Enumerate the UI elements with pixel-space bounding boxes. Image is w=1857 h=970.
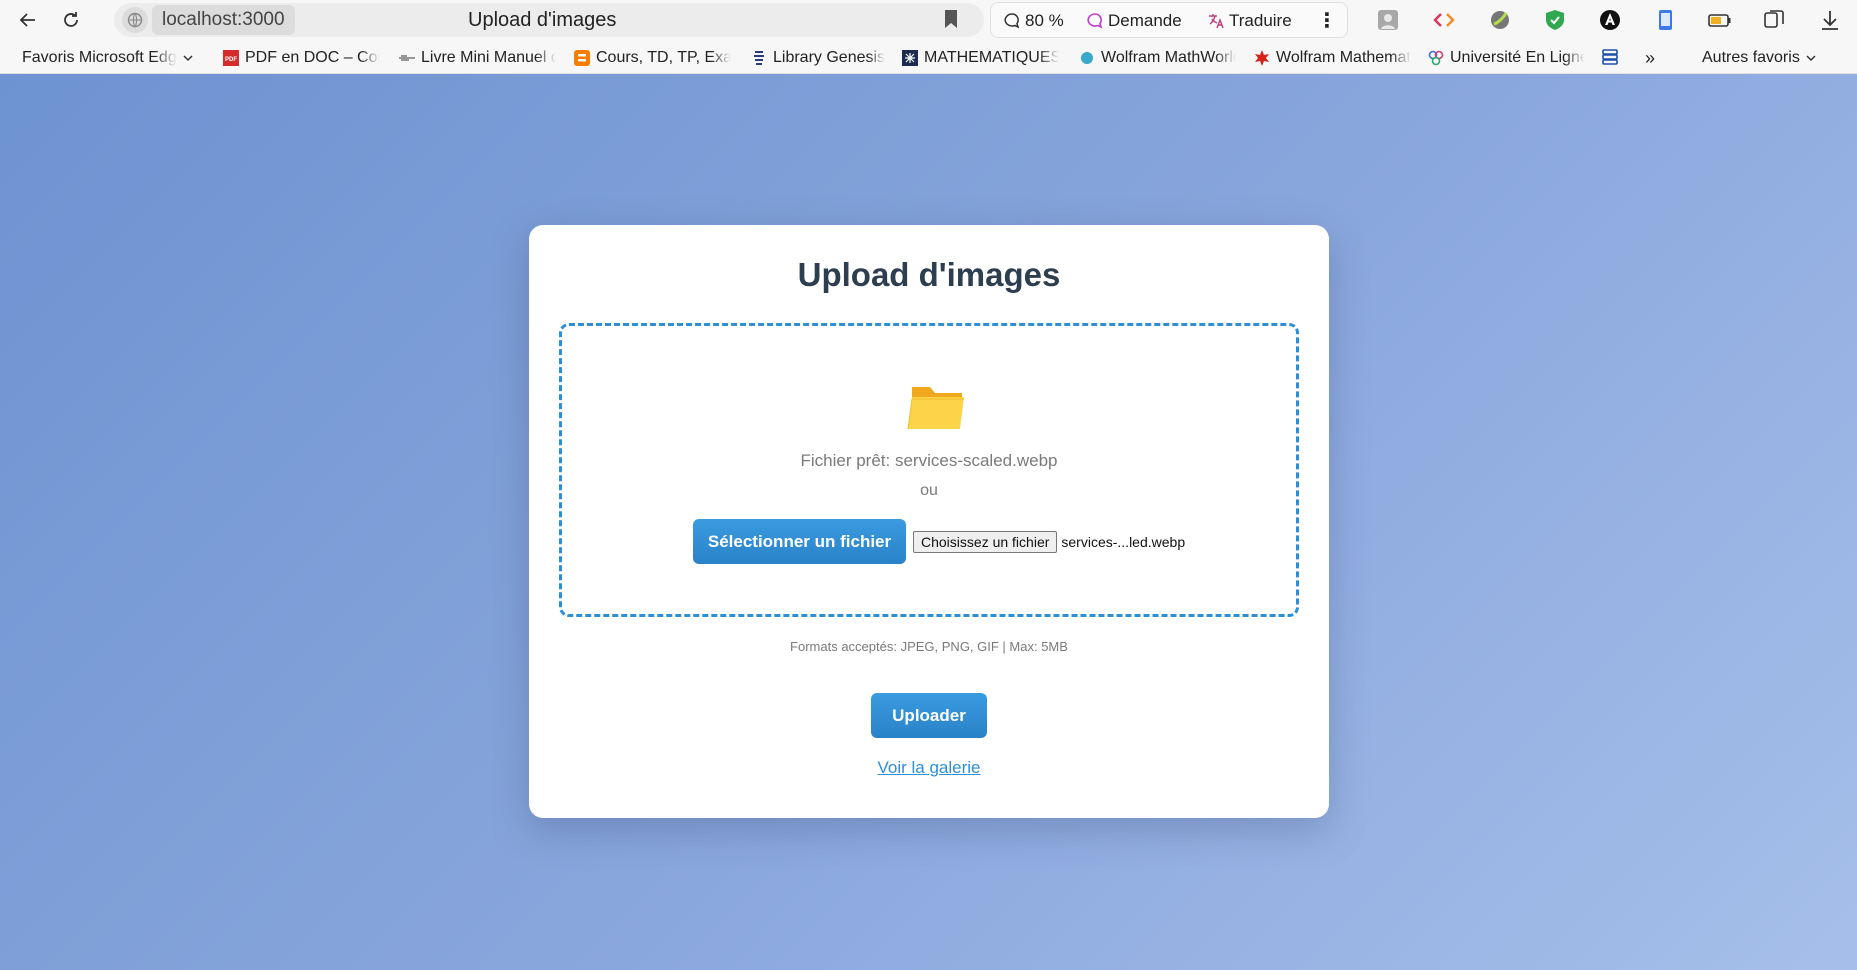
bookmarks-bar: Favoris Microsoft Edge PDF PDF en DOC – … (0, 40, 1857, 74)
libgen-favicon-icon (750, 49, 768, 67)
upload-button[interactable]: Uploader (871, 693, 987, 738)
other-favorites-folder[interactable]: Autres favoris (1702, 48, 1817, 68)
url-text[interactable]: localhost:3000 (152, 5, 295, 35)
demande-button[interactable]: Demande (1086, 9, 1182, 33)
chevron-down-icon (1806, 55, 1816, 62)
chevron-down-icon (183, 55, 193, 62)
collections-icon[interactable] (1760, 6, 1788, 34)
select-file-button[interactable]: Sélectionner un fichier (693, 519, 906, 564)
battery-extension-icon[interactable] (1706, 6, 1734, 34)
bookmark-label: PDF en DOC – Convertir (245, 49, 380, 66)
shield-extension-icon[interactable] (1541, 6, 1569, 34)
bookmark-cours-td-tp[interactable]: Cours, TD, TP, Examens (573, 48, 731, 68)
bookmark-livre-mini-manuel[interactable]: Livre Mini Manuel de (398, 48, 556, 68)
gallery-link[interactable]: Voir la galerie (529, 757, 1329, 779)
traduire-button[interactable]: Traduire (1207, 9, 1292, 33)
bookmark-label: MATHEMATIQUES (924, 49, 1059, 66)
zoom-indicator[interactable]: 80 % (1003, 9, 1064, 33)
drop-zone[interactable]: Fichier prêt: services-scaled.webp ou Sé… (559, 323, 1299, 617)
book-favicon-icon (398, 49, 416, 67)
stack-favicon-icon (1601, 48, 1619, 66)
address-actions: 80 % Demande Traduire ⋮ (990, 2, 1348, 38)
phone-extension-icon[interactable] (1651, 6, 1679, 34)
chosen-filename: services-...led.webp (1061, 534, 1186, 550)
download-icon[interactable] (1816, 6, 1844, 34)
traduire-label: Traduire (1229, 11, 1292, 30)
bookmark-pdf-en-doc[interactable]: PDF PDF en DOC – Convertir (222, 48, 380, 68)
universite-favicon-icon (1427, 49, 1445, 67)
bookmark-label: Library Genesis (773, 49, 886, 66)
file-status-text: Fichier prêt: services-scaled.webp (800, 451, 1058, 470)
profile-extension-icon[interactable] (1374, 6, 1402, 34)
back-arrow-icon[interactable] (14, 6, 42, 34)
formats-note: Formats acceptés: JPEG, PNG, GIF | Max: … (790, 639, 1068, 654)
folder-icon (906, 381, 968, 438)
native-file-input[interactable]: Choisissez un fichier services-...led.we… (913, 531, 1185, 553)
page-title: Upload d'images (797, 256, 1061, 293)
bookmark-icon[interactable] (942, 7, 960, 36)
code-extension-icon[interactable] (1430, 6, 1458, 34)
bookmark-mathematiques[interactable]: MATHEMATIQUES (901, 48, 1059, 68)
bookmark-favoris-edge[interactable]: Favoris Microsoft Edge (22, 48, 202, 68)
tab-title: Upload d'images (468, 9, 617, 31)
bookmark-label: Livre Mini Manuel de (421, 49, 556, 66)
bookmark-label: Cours, TD, TP, Examens (596, 49, 731, 66)
upload-card: Upload d'images Fichier prêt: services-s… (529, 225, 1329, 818)
browser-toolbar: localhost:3000 Upload d'images 80 % Dema… (0, 0, 1857, 40)
choose-file-button[interactable]: Choisissez un fichier (913, 531, 1058, 553)
bookmark-label: Wolfram Mathematica (1276, 49, 1411, 66)
mathworld-favicon-icon (1078, 49, 1096, 67)
bookmark-label: Favoris Microsoft Edge (22, 49, 177, 66)
bookmarks-overflow-button[interactable]: » (1645, 48, 1655, 68)
site-info-icon[interactable] (122, 7, 148, 33)
mathematica-favicon-icon (1253, 49, 1271, 67)
bookmark-wolfram-mathworld[interactable]: Wolfram MathWorld (1078, 48, 1236, 68)
bookmark-label: Université En Ligne (1450, 49, 1585, 66)
other-favorites-label: Autres favoris (1702, 49, 1800, 66)
sparkle-chat-icon (1087, 13, 1103, 29)
sphere-extension-icon[interactable] (1486, 6, 1514, 34)
bookmark-wolfram-mathematica[interactable]: Wolfram Mathematica (1253, 48, 1411, 68)
demande-label: Demande (1108, 11, 1182, 30)
svg-text:PDF: PDF (225, 57, 237, 63)
page-background: Upload d'images Fichier prêt: services-s… (0, 74, 1857, 970)
pdf-favicon-icon: PDF (222, 49, 240, 67)
blogger-favicon-icon (573, 49, 591, 67)
angular-extension-icon[interactable] (1596, 6, 1624, 34)
zoom-label: 80 % (1025, 11, 1064, 30)
math-favicon-icon (901, 49, 919, 67)
translate-icon (1209, 14, 1224, 29)
bookmark-library-genesis[interactable]: Library Genesis (750, 48, 892, 68)
bookmark-stack[interactable] (1601, 48, 1623, 66)
reload-icon[interactable] (57, 6, 85, 34)
more-menu-icon[interactable]: ⋮ (1317, 9, 1337, 33)
chat-bubble-icon (1004, 13, 1020, 29)
or-separator: ou (920, 482, 938, 499)
bookmark-universite-en-ligne[interactable]: Université En Ligne (1427, 48, 1585, 68)
bookmark-label: Wolfram MathWorld (1101, 49, 1236, 66)
